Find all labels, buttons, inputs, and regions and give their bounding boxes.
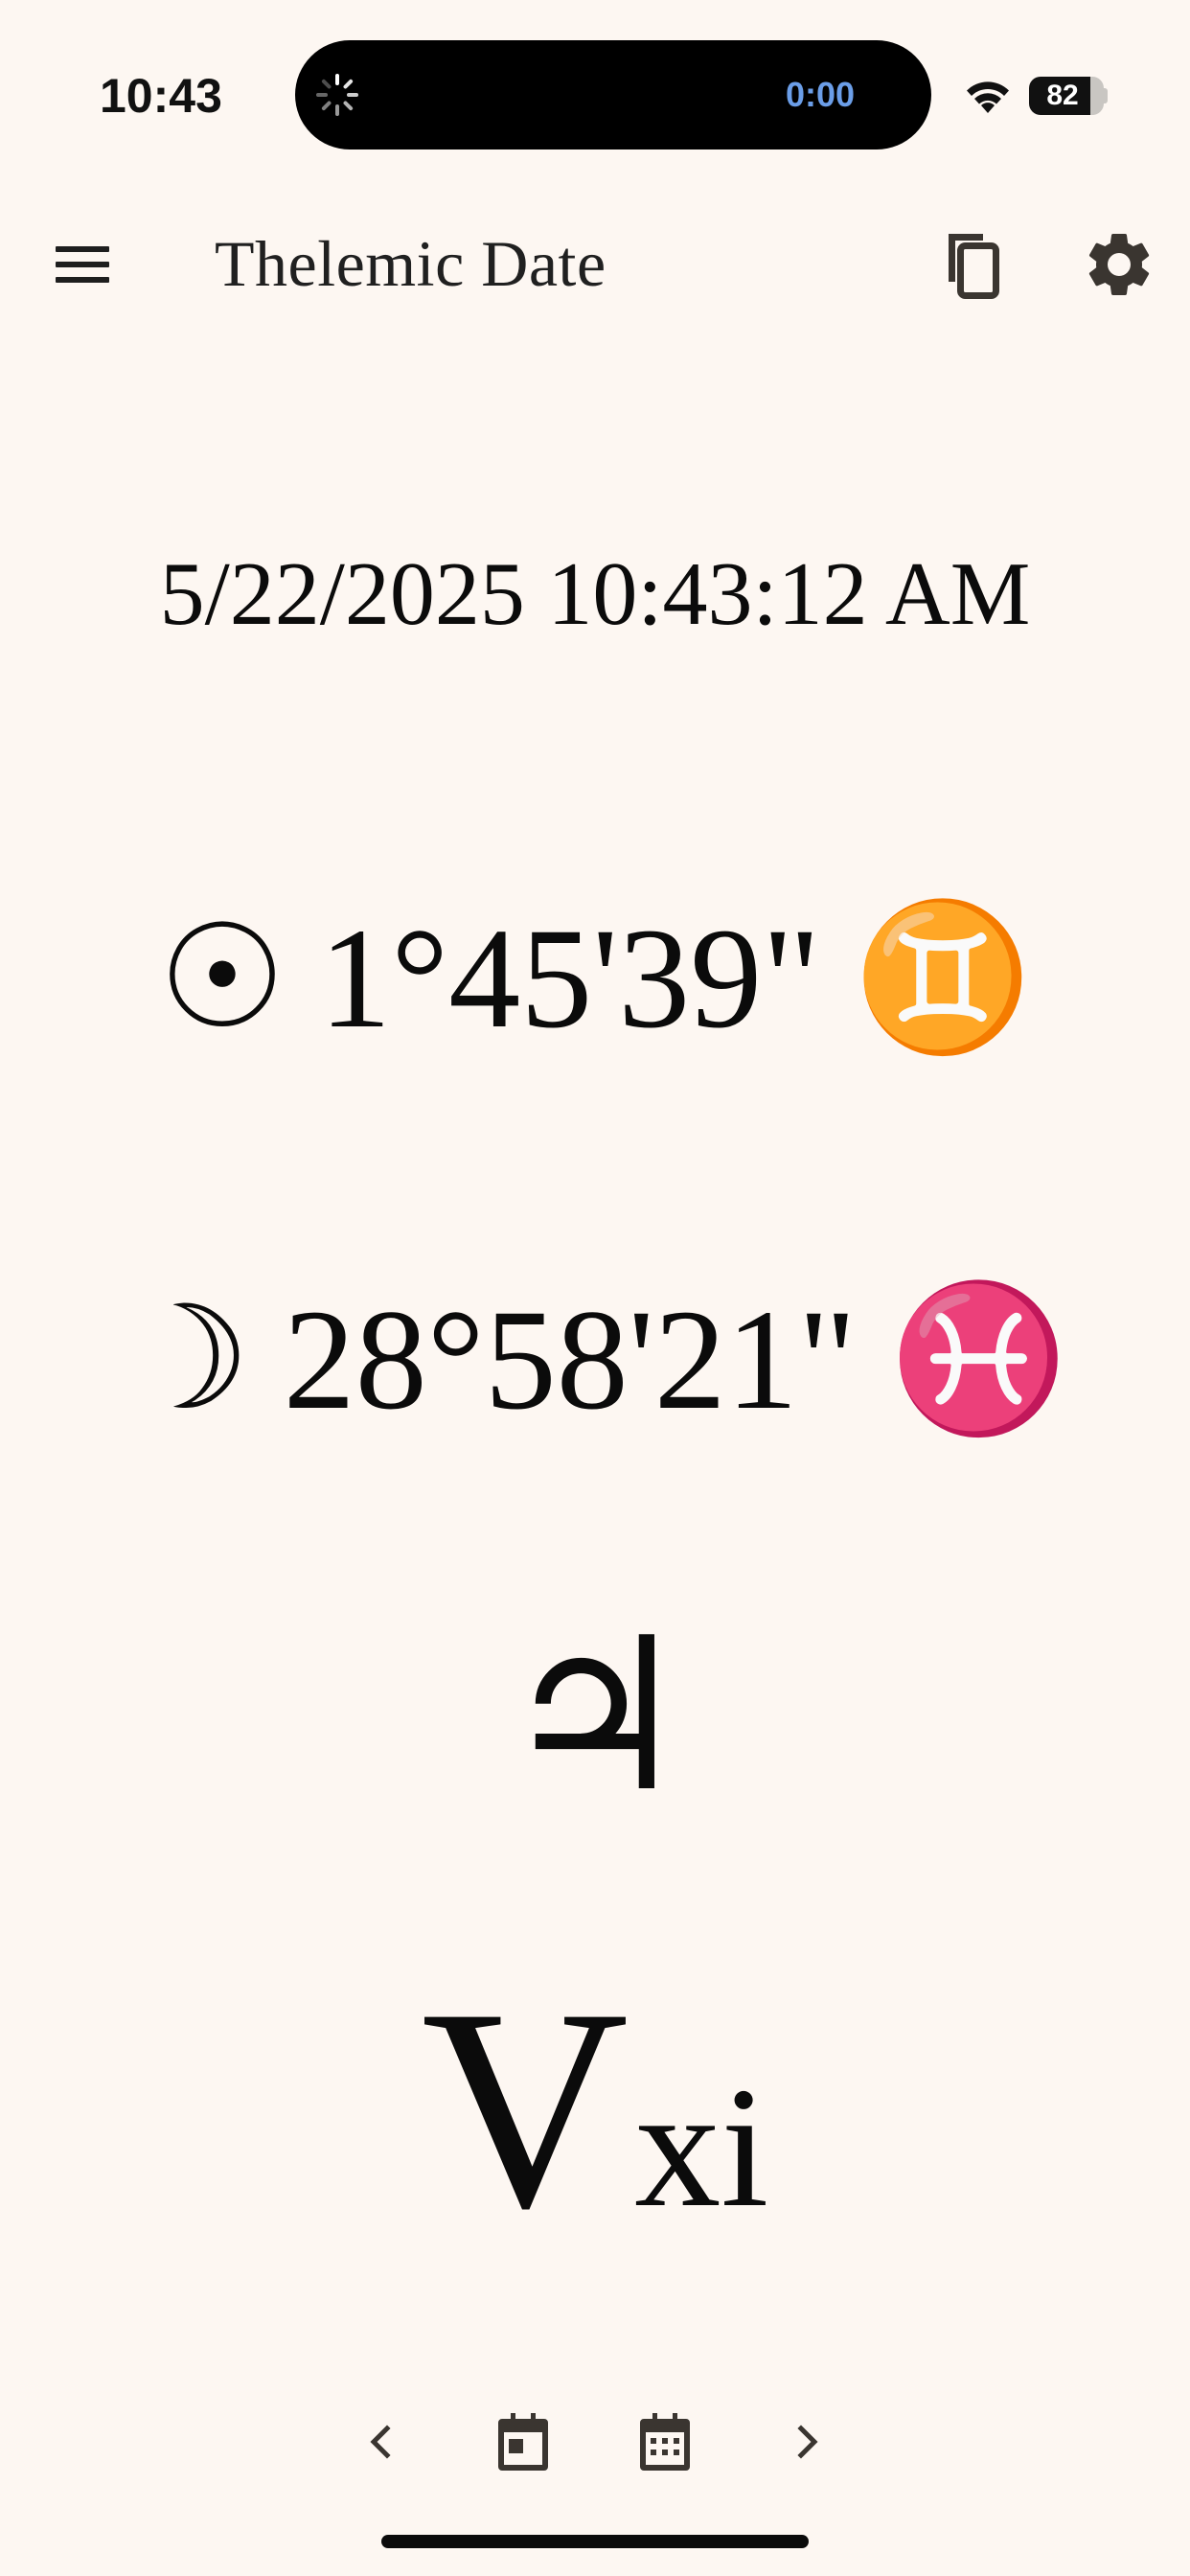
settings-button[interactable] bbox=[1081, 226, 1157, 303]
page-title: Thelemic Date bbox=[215, 227, 606, 300]
gemini-icon: ♊ bbox=[853, 898, 1033, 1058]
previous-day-button[interactable] bbox=[347, 2407, 416, 2476]
moon-icon: ☽ bbox=[122, 1279, 251, 1439]
battery-icon: 82 bbox=[1029, 77, 1108, 115]
year-major: V bbox=[421, 1949, 629, 2267]
battery-nub bbox=[1103, 88, 1108, 104]
calendar-today-icon bbox=[498, 2413, 548, 2471]
sun-position: 1°45'39" bbox=[319, 898, 821, 1058]
menu-button[interactable] bbox=[44, 230, 123, 299]
copy-icon bbox=[949, 234, 999, 299]
calendar-button[interactable] bbox=[630, 2407, 699, 2476]
jupiter-icon: ♃ bbox=[500, 1593, 690, 1838]
sun-icon: ☉ bbox=[157, 898, 287, 1058]
calendar-icon bbox=[640, 2413, 690, 2471]
menu-icon bbox=[56, 246, 109, 283]
next-day-button[interactable] bbox=[772, 2407, 841, 2476]
chevron-left-icon bbox=[370, 2425, 391, 2459]
moon-position: 28°58'21" bbox=[283, 1279, 857, 1439]
gregorian-date-time: 5/22/2025 10:43:12 AM bbox=[159, 544, 1031, 644]
pisces-icon: ♓ bbox=[888, 1279, 1068, 1439]
battery-level: 82 bbox=[1046, 80, 1079, 111]
chevron-right-icon bbox=[797, 2425, 818, 2459]
moon-position-row: ☽ 28°58'21" ♓ bbox=[0, 1258, 1190, 1439]
dynamic-island[interactable]: 0:00 bbox=[295, 40, 931, 150]
wifi-icon bbox=[962, 75, 1014, 115]
thelemic-year: Vxi bbox=[0, 1965, 1190, 2345]
home-indicator[interactable] bbox=[381, 2535, 809, 2548]
today-button[interactable] bbox=[489, 2407, 558, 2476]
island-timer: 0:00 bbox=[785, 75, 855, 114]
year-minor: xi bbox=[634, 2052, 769, 2242]
status-time: 10:43 bbox=[100, 69, 222, 123]
sun-position-row: ☉ 1°45'39" ♊ bbox=[0, 877, 1190, 1058]
copy-button[interactable] bbox=[939, 228, 1014, 303]
gear-icon bbox=[1088, 233, 1150, 295]
spinner-icon bbox=[314, 72, 360, 118]
